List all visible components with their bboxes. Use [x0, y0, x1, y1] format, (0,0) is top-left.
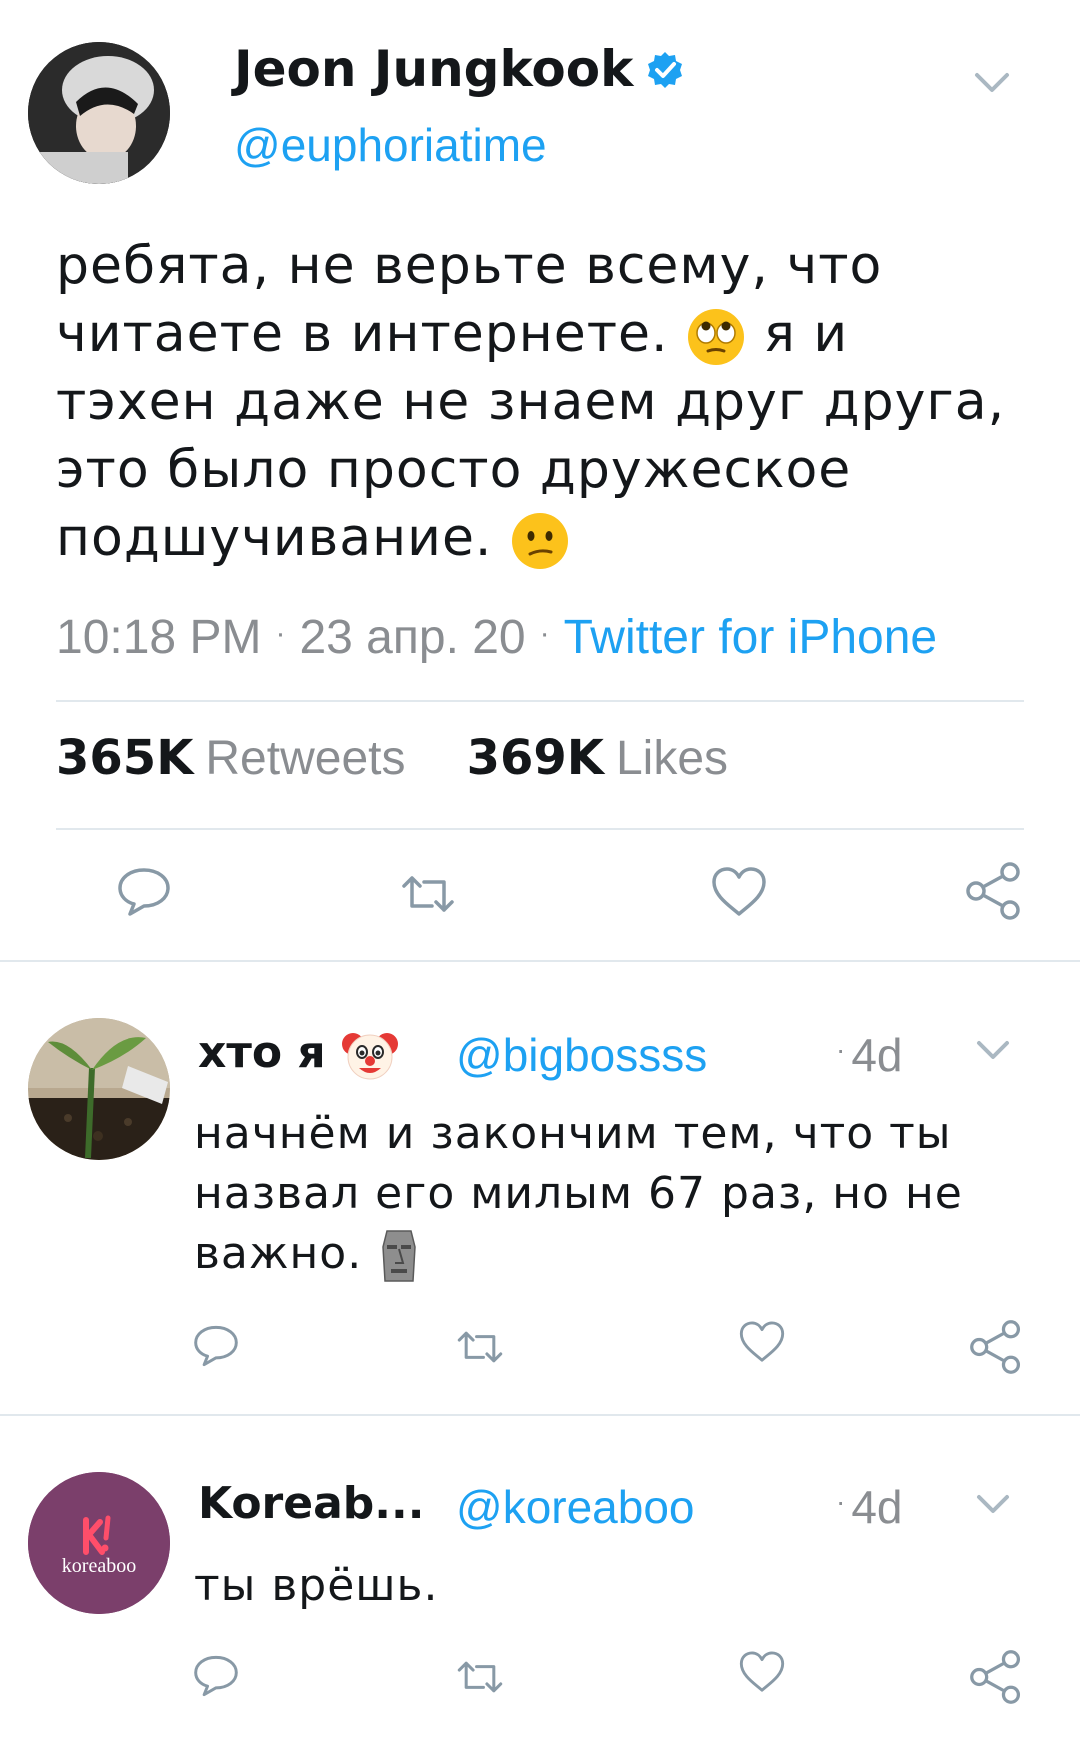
like-icon[interactable]	[710, 866, 768, 918]
section-separator	[0, 1414, 1080, 1416]
tweet-stats: 365K Retweets 369K Likes	[56, 730, 728, 786]
tweet-text-line: ребята, не верьте всему, что	[56, 236, 883, 296]
main-author-name-text: Jeon Jungkook	[234, 40, 634, 98]
reply-author-name[interactable]: Koreab...	[198, 1478, 424, 1529]
tweet-meta: 10:18 PM · 23 апр. 20 · Twitter for iPhone	[56, 611, 938, 664]
reply-author-handle[interactable]: @koreaboo	[456, 1480, 695, 1534]
share-icon[interactable]	[968, 1318, 1024, 1376]
chevron-down-icon[interactable]	[976, 1040, 1010, 1062]
retweet-icon[interactable]	[454, 1658, 506, 1696]
tweet-text-line: подшучивание.	[56, 504, 1036, 572]
reply-icon[interactable]	[192, 1324, 240, 1368]
reply-avatar[interactable]: koreaboo	[28, 1472, 170, 1614]
reply-text-line: назвал его милым 67 раз, но не	[194, 1168, 963, 1219]
moai-icon	[377, 1227, 421, 1285]
reply-time: · 4d	[836, 1029, 903, 1081]
reply-author-handle[interactable]: @bigbossss	[456, 1028, 707, 1082]
reply-text-line: важно.	[194, 1224, 963, 1285]
reply-text-line: ты врёшь.	[194, 1560, 439, 1611]
clown-face-icon	[341, 1026, 399, 1084]
likes-stat[interactable]: 369K Likes	[467, 730, 728, 786]
section-separator	[0, 960, 1080, 962]
reply-text: ты врёшь.	[194, 1556, 438, 1616]
divider	[56, 700, 1024, 702]
retweets-stat[interactable]: 365K Retweets	[56, 730, 405, 786]
tweet-text-line: читаете в интернете. я и	[56, 300, 1036, 368]
retweet-icon[interactable]	[454, 1328, 506, 1366]
like-icon[interactable]	[738, 1650, 786, 1694]
chevron-down-icon[interactable]	[974, 72, 1010, 94]
main-author-name[interactable]: Jeon Jungkook	[234, 40, 685, 98]
chevron-down-icon[interactable]	[976, 1494, 1010, 1516]
confused-face-icon	[510, 511, 570, 571]
main-author-handle[interactable]: @euphoriatime	[234, 118, 547, 172]
share-icon[interactable]	[964, 860, 1024, 922]
tweet-text-line: это было просто дружеское	[56, 440, 852, 500]
likes-label: Likes	[615, 732, 729, 785]
reply-text: начнём и закончим тем, что ты назвал его…	[194, 1104, 963, 1285]
tweet-date: 23 апр. 20	[299, 611, 526, 664]
reply-icon[interactable]	[192, 1654, 240, 1698]
tweet-text-line: тэхен даже не знаем друг друга,	[56, 372, 1006, 432]
reply-avatar[interactable]	[28, 1018, 170, 1160]
main-tweet-text: ребята, не верьте всему, что читаете в и…	[56, 232, 1036, 572]
koreaboo-logo-text: koreaboo	[62, 1555, 136, 1577]
verified-badge-icon	[645, 50, 685, 90]
retweets-label: Retweets	[205, 732, 406, 785]
reply-text-line: начнём и закончим тем, что ты	[194, 1108, 952, 1159]
share-icon[interactable]	[968, 1648, 1024, 1706]
main-avatar[interactable]	[28, 42, 170, 184]
reply-time: · 4d	[836, 1481, 903, 1533]
retweet-icon[interactable]	[398, 872, 458, 916]
tweet-source-link[interactable]: Twitter for iPhone	[564, 611, 938, 664]
tweet-time: 10:18 PM	[56, 611, 262, 664]
reply-icon[interactable]	[116, 866, 172, 918]
divider	[56, 828, 1024, 830]
like-icon[interactable]	[738, 1320, 786, 1364]
retweets-count: 365K	[56, 730, 194, 786]
reply-author-name[interactable]: хто я	[198, 1026, 399, 1084]
face-with-rolling-eyes-icon	[686, 307, 746, 367]
likes-count: 369K	[466, 730, 604, 786]
